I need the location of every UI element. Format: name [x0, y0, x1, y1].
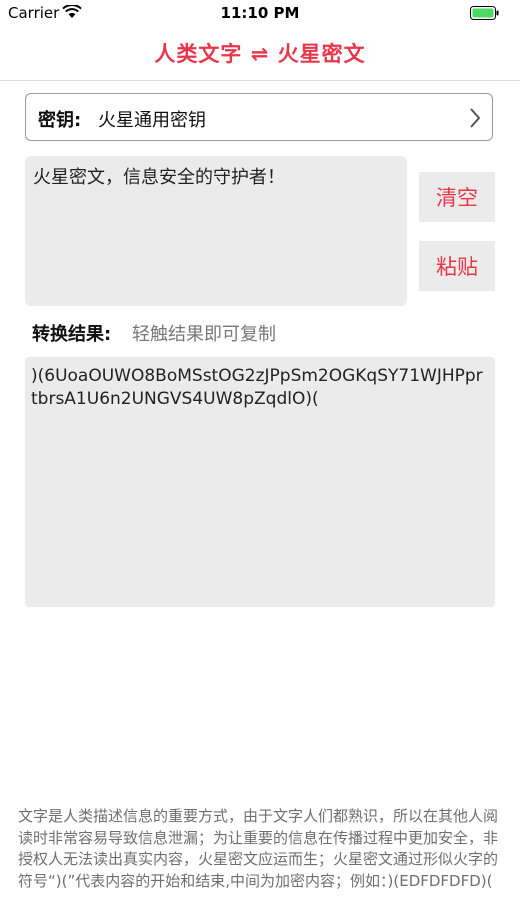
description-text: 文字是人类描述信息的重要方式，由于文字人们都熟识，所以在其他人阅读时非常容易导致… — [18, 807, 499, 890]
status-bar: Carrier 11:10 PM — [0, 0, 520, 26]
key-selector[interactable]: 密钥: 火星通用密钥 — [25, 93, 493, 141]
ciphertext-output[interactable]: )(6UoaOUWO8BoMSstOG2zJPpSm2OGKqSY71WJHPp… — [25, 357, 495, 607]
paste-button[interactable]: 粘贴 — [419, 241, 495, 291]
battery-icon — [470, 6, 499, 20]
key-value: 火星通用密钥 — [98, 110, 206, 131]
result-hint: 轻触结果即可复制 — [132, 324, 276, 345]
chevron-right-icon — [470, 108, 481, 128]
key-label: 密钥: — [38, 110, 82, 131]
clear-button[interactable]: 清空 — [419, 172, 495, 222]
plaintext-input[interactable]: 火星密文，信息安全的守护者！ — [25, 156, 407, 306]
page-title: 人类文字 ⇌ 火星密文 — [154, 42, 366, 66]
navigation-bar: 人类文字 ⇌ 火星密文 — [0, 26, 520, 81]
result-label: 转换结果: — [32, 324, 112, 345]
status-time: 11:10 PM — [220, 4, 300, 22]
